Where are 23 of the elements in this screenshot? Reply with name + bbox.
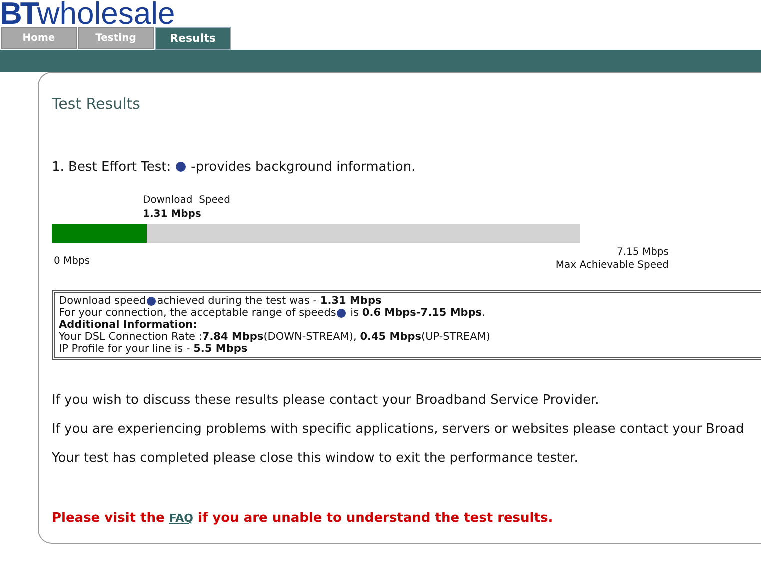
test-title: 1. Best Effort Test: bbox=[52, 158, 172, 176]
max-speed-label: 7.15 Mbps bbox=[617, 246, 669, 259]
faq-notice: Please visit the FAQ if you are unable to understand the test results. bbox=[52, 510, 554, 528]
detail-line: IP Profile for your line is - 5.5 Mbps bbox=[59, 343, 249, 355]
logo: BTwholesale bbox=[0, 0, 176, 29]
help-icon bbox=[337, 308, 346, 318]
min-speed-label: 0 Mbps bbox=[54, 255, 90, 269]
info-paragraph: If you wish to discuss these results please contact your Broadband Service Provider. bbox=[52, 393, 600, 409]
info-paragraph: Your test has completed please close this window to exit the performance tester. bbox=[52, 451, 580, 467]
detail-line: For your connection, the acceptable range of speeds is 0.6 Mbps-7.15 Mbps. bbox=[59, 307, 486, 319]
meter-label: Download Speed bbox=[143, 194, 232, 208]
info-paragraph: If you are experiencing problems with specific applications, servers or websites please contact your Broad bbox=[52, 422, 746, 438]
detail-line: Your DSL Connection Rate :7.84 Mbps(DOWN-STREAM), 0.45 Mbps(UP-STREAM) bbox=[59, 331, 492, 343]
test-note: -provides background information. bbox=[191, 158, 416, 176]
help-icon bbox=[176, 162, 186, 172]
nav-tab[interactable]: Results bbox=[155, 27, 231, 50]
detail-line: Additional Information: bbox=[59, 319, 198, 331]
help-icon bbox=[147, 296, 156, 306]
max-speed-caption: Max Achievable Speed bbox=[556, 259, 669, 272]
detail-line: Download speed achieved during the test was - 1.31 Mbps bbox=[59, 295, 383, 307]
faq-link[interactable]: FAQ bbox=[169, 512, 194, 525]
page-heading: Test Results bbox=[52, 94, 142, 115]
meter-value: 1.31 Mbps bbox=[143, 208, 202, 222]
